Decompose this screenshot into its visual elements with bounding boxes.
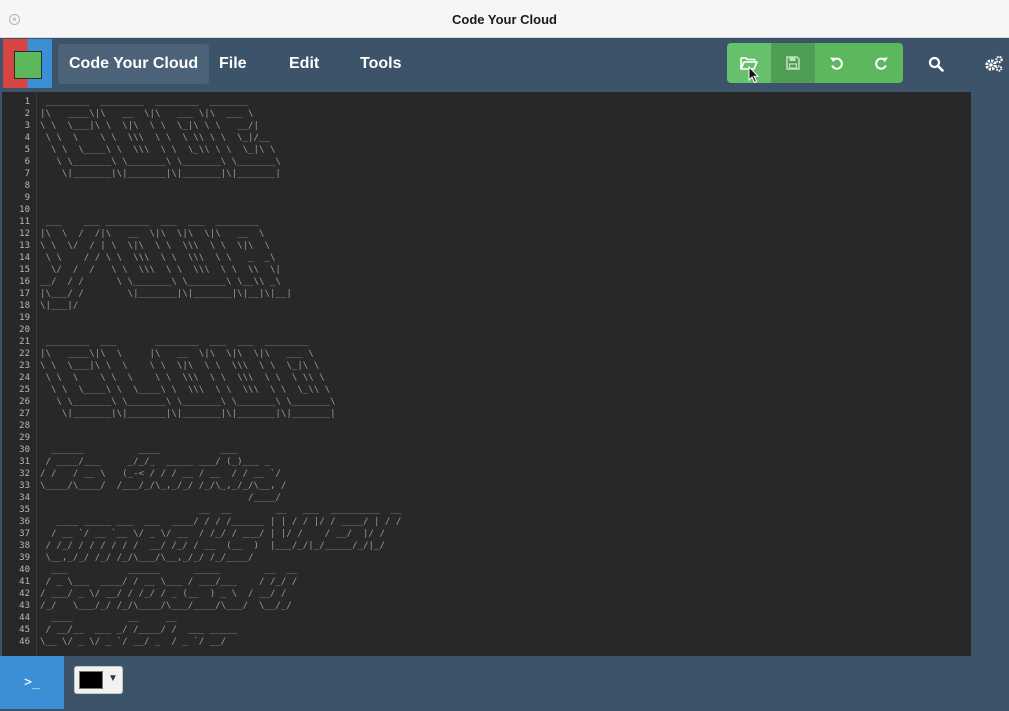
menu-edit[interactable]: Edit (278, 44, 330, 84)
line-number-gutter: 1 2 3 4 5 6 7 8 9 10 11 12 13 14 15 16 17 18 19 20 21 22 23 24 2… (2, 96, 34, 656)
line-number: 2 (24, 109, 30, 119)
line-number: 27 (19, 409, 30, 419)
save-button[interactable] (771, 43, 815, 83)
undo-button[interactable] (815, 43, 859, 83)
line-number: 24 (19, 373, 30, 383)
line-number: 13 (19, 241, 30, 251)
code-editor[interactable]: 1 2 3 4 5 6 7 8 9 10 11 12 13 14 15 16 17 18 19 20 21 22 23 24 2… (2, 92, 971, 656)
line-number: 16 (19, 277, 30, 287)
line-number: 44 (19, 613, 30, 623)
line-number: 6 (24, 157, 30, 167)
line-number: 28 (19, 421, 30, 431)
line-number: 12 (19, 229, 30, 239)
line-number: 1 (24, 97, 30, 107)
line-number: 42 (19, 589, 30, 599)
line-number: 43 (19, 601, 30, 611)
line-number: 4 (24, 133, 30, 143)
line-number: 29 (19, 433, 30, 443)
line-number: 23 (19, 361, 30, 371)
line-number: 14 (19, 253, 30, 263)
line-number: 34 (19, 493, 30, 503)
line-number: 36 (19, 517, 30, 527)
line-number: 25 (19, 385, 30, 395)
line-number: 31 (19, 457, 30, 467)
line-number: 15 (19, 265, 30, 275)
app-name-menu[interactable]: Code Your Cloud (58, 44, 210, 84)
search-icon (928, 56, 944, 72)
line-number: 19 (19, 313, 30, 323)
search-button[interactable] (925, 53, 947, 75)
line-number: 33 (19, 481, 30, 491)
line-number: 3 (24, 121, 30, 131)
color-swatch (79, 671, 103, 689)
mouse-pointer-icon (748, 66, 760, 84)
line-number: 18 (19, 301, 30, 311)
line-number: 20 (19, 325, 30, 335)
app-logo (3, 39, 52, 88)
line-number: 32 (19, 469, 30, 479)
redo-icon (875, 57, 888, 70)
line-number: 7 (24, 169, 30, 179)
dropdown-arrow-icon: ▼ (108, 673, 118, 684)
line-number: 17 (19, 289, 30, 299)
gears-icon (985, 55, 1003, 72)
logo-square (14, 51, 42, 79)
gutter-divider (36, 92, 37, 656)
line-number: 37 (19, 529, 30, 539)
bottom-bar (0, 656, 1009, 711)
line-number: 40 (19, 565, 30, 575)
menu-tools[interactable]: Tools (349, 44, 412, 84)
code-content[interactable]: ________ ________ ________ _______ |\ __… (40, 96, 965, 656)
color-picker[interactable]: ▼ (74, 666, 123, 694)
redo-button[interactable] (859, 43, 903, 83)
line-number: 26 (19, 397, 30, 407)
line-number: 8 (24, 181, 30, 191)
line-number: 5 (24, 145, 30, 155)
line-number: 9 (24, 193, 30, 203)
line-number: 39 (19, 553, 30, 563)
window-title: Code Your Cloud (452, 12, 557, 27)
line-number: 46 (19, 637, 30, 647)
line-number: 45 (19, 625, 30, 635)
line-number: 30 (19, 445, 30, 455)
line-number: 11 (19, 217, 30, 227)
line-number: 41 (19, 577, 30, 587)
line-number: 10 (19, 205, 30, 215)
terminal-button[interactable]: >_ (0, 656, 64, 709)
window-titlebar: × Code Your Cloud (0, 0, 1009, 38)
line-number: 35 (19, 505, 30, 515)
line-number: 21 (19, 337, 30, 347)
undo-icon (830, 57, 843, 70)
line-number: 22 (19, 349, 30, 359)
menu-file[interactable]: File (208, 44, 258, 84)
line-number: 38 (19, 541, 30, 551)
save-icon (786, 56, 800, 70)
settings-button[interactable] (983, 53, 1005, 75)
